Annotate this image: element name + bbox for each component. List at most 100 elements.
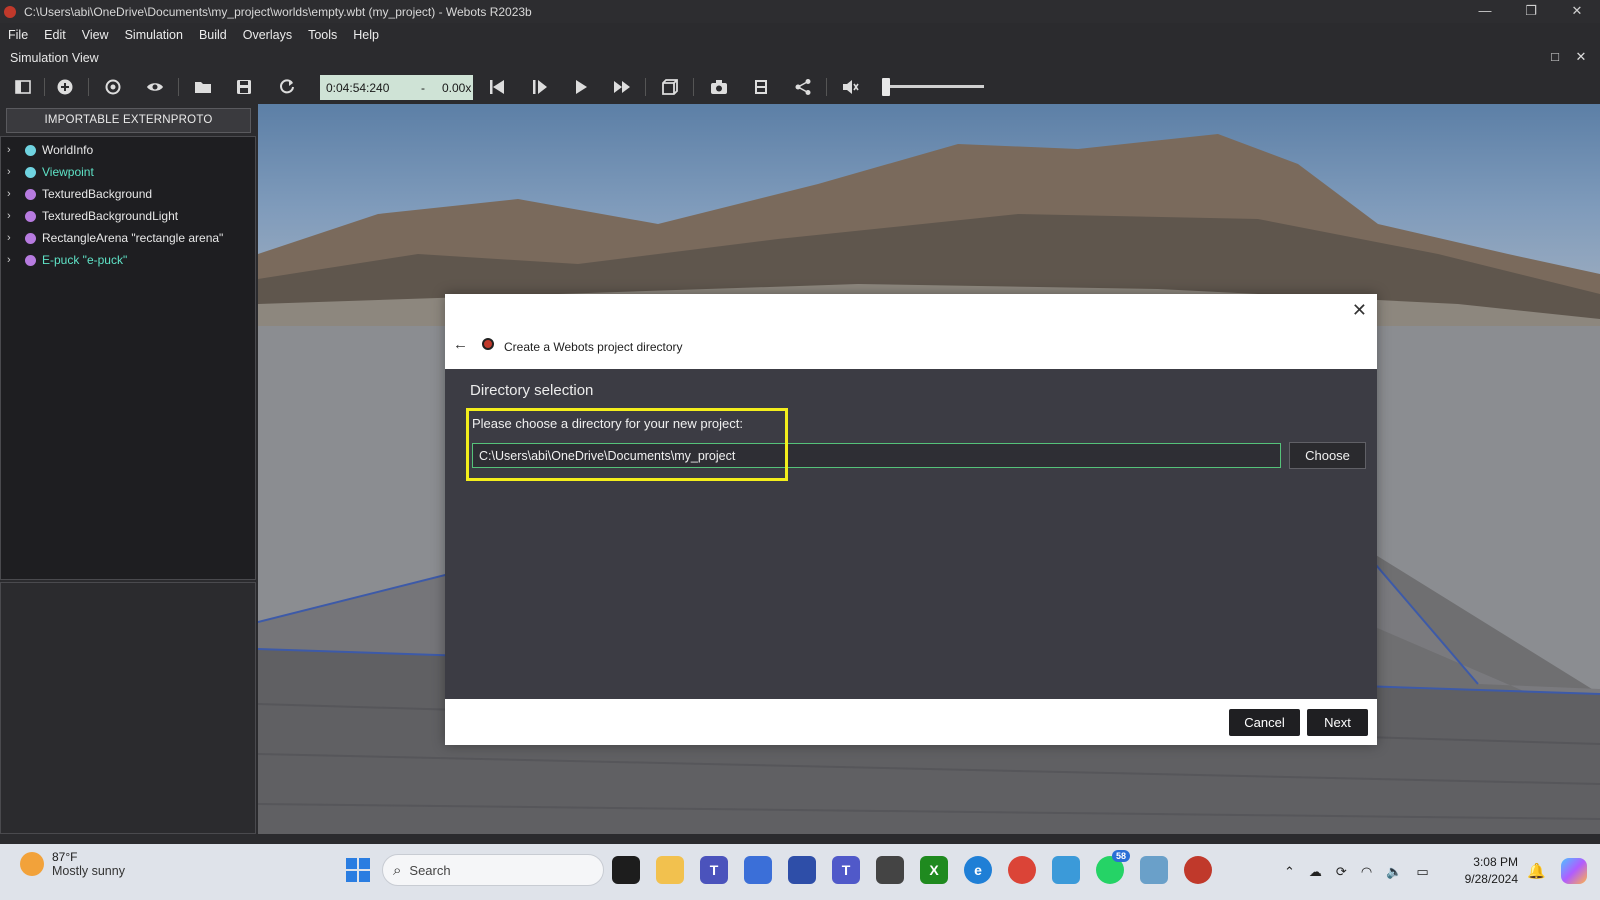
volume-icon[interactable]: 🔈 — [1386, 864, 1402, 880]
tree-item-textured-background[interactable]: › TexturedBackground — [1, 183, 251, 205]
toggle-scene-tree-icon[interactable] — [13, 77, 33, 97]
save-icon[interactable] — [234, 77, 254, 97]
mute-icon[interactable] — [840, 77, 860, 97]
close-view-icon[interactable]: ✕ — [1574, 50, 1588, 64]
battery-icon[interactable]: ▭ — [1416, 864, 1428, 880]
tree-item-label: TexturedBackground — [42, 187, 153, 201]
step-icon[interactable] — [530, 77, 550, 97]
fast-forward-icon[interactable] — [612, 77, 632, 97]
field-editor-panel — [0, 582, 256, 834]
expand-chevron-icon[interactable]: › — [7, 210, 19, 222]
chevron-up-icon[interactable]: ⌃ — [1284, 864, 1295, 880]
simulation-view-header: Simulation View □ ✕ — [0, 46, 1600, 70]
clock-time: 3:08 PM — [1473, 855, 1518, 869]
teams-work-icon[interactable]: T — [832, 856, 860, 884]
tree-item-viewpoint[interactable]: › Viewpoint — [1, 161, 251, 183]
add-node-icon[interactable] — [55, 77, 75, 97]
open-folder-icon[interactable] — [193, 77, 213, 97]
menu-edit[interactable]: Edit — [36, 28, 74, 42]
menu-build[interactable]: Build — [191, 28, 235, 42]
next-button[interactable]: Next — [1307, 709, 1368, 736]
minimize-button[interactable]: — — [1462, 0, 1508, 23]
microsoft-store-icon[interactable] — [744, 856, 772, 884]
tree-item-textured-background-light[interactable]: › TexturedBackgroundLight — [1, 205, 251, 227]
taskbar-search[interactable]: ⌕ Search — [382, 854, 604, 886]
menu-view[interactable]: View — [74, 28, 117, 42]
system-tray: ⌃ ☁ ⟳ ◠ 🔈 ▭ — [1284, 844, 1443, 900]
reset-simulation-icon[interactable] — [487, 77, 507, 97]
tree-item-label: WorldInfo — [42, 143, 94, 157]
whatsapp-icon[interactable]: 58 — [1096, 850, 1130, 884]
record-movie-icon[interactable] — [751, 77, 771, 97]
back-arrow-icon[interactable]: ← — [453, 336, 468, 353]
choose-button[interactable]: Choose — [1289, 442, 1366, 469]
menu-tools[interactable]: Tools — [300, 28, 345, 42]
tree-item-label: E-puck "e-puck" — [42, 253, 128, 267]
node-dot-icon — [25, 144, 36, 156]
notification-bell-icon[interactable]: 🔔 — [1527, 862, 1546, 880]
chrome-icon[interactable] — [1008, 856, 1036, 884]
node-dot-icon — [25, 254, 36, 266]
copilot-icon[interactable] — [1561, 858, 1587, 884]
sync-icon[interactable]: ⟳ — [1336, 864, 1347, 880]
notification-badge: 58 — [1111, 850, 1130, 862]
teams-icon[interactable]: T — [700, 856, 728, 884]
clock-date: 9/28/2024 — [1464, 872, 1518, 886]
windows-start-icon[interactable] — [346, 858, 370, 882]
eye-icon[interactable] — [145, 77, 165, 97]
webots-app-icon — [4, 5, 16, 18]
volume-slider-track[interactable] — [884, 85, 984, 88]
search-icon: ⌕ — [393, 861, 402, 879]
reset-robot-icon[interactable] — [103, 77, 123, 97]
expand-chevron-icon[interactable]: › — [7, 144, 19, 156]
tree-item-label: TexturedBackgroundLight — [42, 209, 179, 223]
expand-chevron-icon[interactable]: › — [7, 254, 19, 266]
maximize-view-icon[interactable]: □ — [1548, 50, 1562, 64]
weather-temperature: 87°F — [52, 850, 78, 864]
tree-item-worldinfo[interactable]: › WorldInfo — [1, 139, 251, 161]
node-dot-icon — [25, 210, 36, 222]
weather-widget[interactable]: 87°F Mostly sunny — [20, 850, 125, 878]
reload-icon[interactable] — [277, 77, 297, 97]
menu-overlays[interactable]: Overlays — [235, 28, 300, 42]
screenshot-camera-icon[interactable] — [709, 77, 729, 97]
webots-taskbar-icon[interactable] — [1184, 856, 1212, 884]
close-window-button[interactable]: ✕ — [1554, 0, 1600, 23]
task-view-icon[interactable] — [612, 856, 640, 884]
tree-item-e-puck[interactable]: › E-puck "e-puck" — [1, 249, 251, 271]
menu-simulation[interactable]: Simulation — [117, 28, 191, 42]
dialog-header: ✕ ← Create a Webots project directory — [445, 294, 1377, 369]
window-titlebar: C:\Users\abi\OneDrive\Documents\my_proje… — [0, 0, 1600, 23]
chart-app-icon[interactable] — [1140, 856, 1168, 884]
menu-file[interactable]: File — [0, 28, 36, 42]
simulation-view-label: Simulation View — [10, 51, 99, 65]
expand-chevron-icon[interactable]: › — [7, 232, 19, 244]
wifi-icon[interactable]: ◠ — [1361, 864, 1372, 880]
maps-icon[interactable] — [1052, 856, 1080, 884]
search-placeholder: Search — [409, 862, 451, 878]
weather-description: Mostly sunny — [52, 864, 125, 878]
unity-icon[interactable] — [876, 856, 904, 884]
volume-slider-handle[interactable] — [882, 78, 890, 96]
window-title: C:\Users\abi\OneDrive\Documents\my_proje… — [24, 4, 532, 19]
xbox-icon[interactable]: X — [920, 856, 948, 884]
cancel-button[interactable]: Cancel — [1229, 709, 1300, 736]
node-dot-icon — [25, 188, 36, 200]
view-cube-icon[interactable] — [660, 77, 680, 97]
file-explorer-icon[interactable] — [656, 856, 684, 884]
expand-chevron-icon[interactable]: › — [7, 166, 19, 178]
onedrive-icon[interactable]: ☁ — [1309, 864, 1322, 880]
node-dot-icon — [25, 232, 36, 244]
taskbar-clock[interactable]: 3:08 PM 9/28/2024 — [1440, 854, 1518, 888]
restore-button[interactable]: ❐ — [1508, 0, 1554, 23]
close-icon[interactable]: ✕ — [1352, 300, 1367, 321]
tree-item-rectangle-arena[interactable]: › RectangleArena "rectangle arena" — [1, 227, 251, 249]
menu-help[interactable]: Help — [345, 28, 387, 42]
app-icon[interactable] — [788, 856, 816, 884]
importable-externproto-button[interactable]: IMPORTABLE EXTERNPROTO — [6, 108, 251, 133]
share-icon[interactable] — [793, 77, 813, 97]
play-icon[interactable] — [571, 77, 591, 97]
edge-icon[interactable]: e — [964, 856, 992, 884]
create-project-dialog: ✕ ← Create a Webots project directory Di… — [445, 294, 1377, 745]
expand-chevron-icon[interactable]: › — [7, 188, 19, 200]
